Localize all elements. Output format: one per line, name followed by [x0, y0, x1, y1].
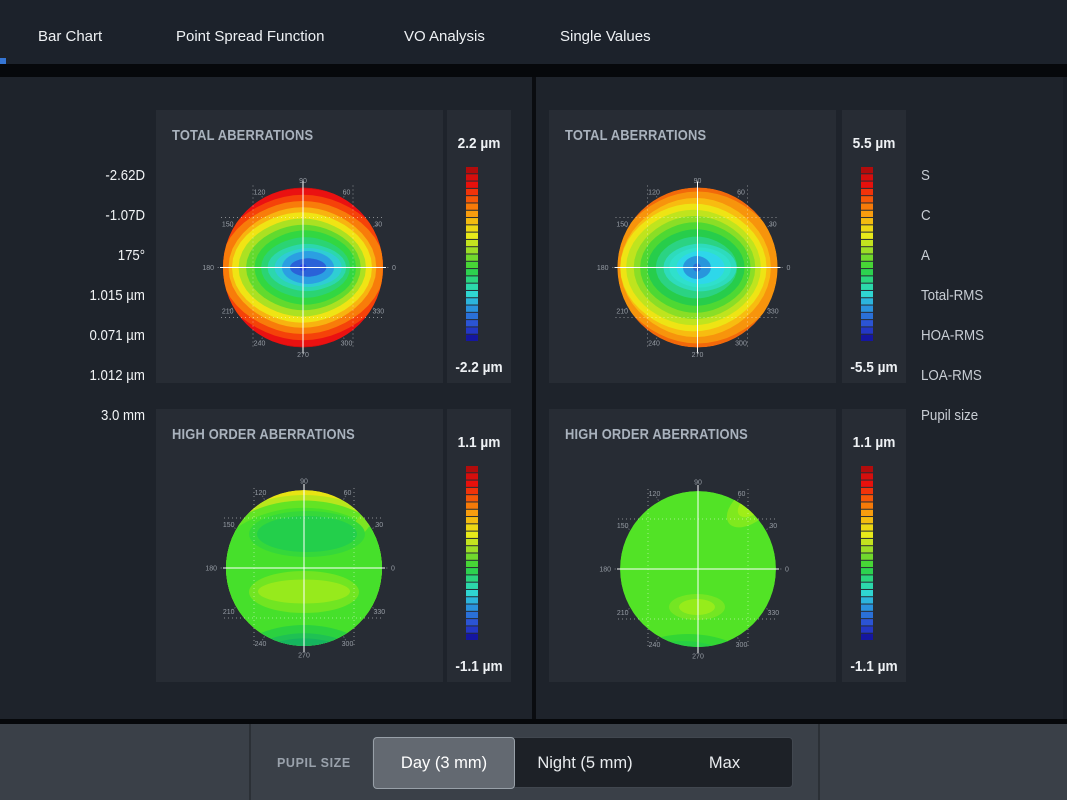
svg-text:90: 90	[694, 480, 702, 487]
svg-text:30: 30	[769, 222, 777, 229]
svg-text:30: 30	[374, 222, 382, 229]
svg-text:0: 0	[391, 566, 395, 573]
svg-text:180: 180	[599, 567, 611, 574]
svg-text:90: 90	[694, 178, 702, 185]
svg-text:180: 180	[205, 566, 217, 573]
svg-text:150: 150	[616, 222, 628, 229]
svg-text:270: 270	[297, 352, 309, 359]
svg-text:180: 180	[597, 265, 609, 272]
svg-text:240: 240	[255, 641, 267, 648]
svg-text:180: 180	[202, 265, 214, 272]
svg-text:210: 210	[222, 309, 234, 316]
svg-text:150: 150	[222, 222, 234, 229]
svg-text:90: 90	[300, 479, 308, 486]
svg-text:30: 30	[375, 522, 383, 529]
svg-text:330: 330	[767, 610, 779, 617]
svg-text:330: 330	[373, 609, 385, 616]
svg-text:240: 240	[648, 340, 660, 347]
svg-text:0: 0	[785, 567, 789, 574]
svg-text:300: 300	[341, 340, 353, 347]
svg-text:30: 30	[769, 523, 777, 530]
svg-text:300: 300	[735, 340, 747, 347]
svg-text:240: 240	[254, 340, 266, 347]
svg-text:60: 60	[344, 490, 352, 497]
svg-text:270: 270	[692, 352, 704, 359]
svg-text:210: 210	[223, 609, 235, 616]
svg-text:150: 150	[617, 523, 629, 530]
svg-text:90: 90	[299, 178, 307, 185]
svg-text:120: 120	[648, 190, 660, 197]
svg-text:330: 330	[767, 309, 779, 316]
svg-text:60: 60	[737, 190, 745, 197]
svg-text:120: 120	[254, 190, 266, 197]
svg-text:150: 150	[223, 522, 235, 529]
svg-text:210: 210	[616, 309, 628, 316]
svg-text:240: 240	[649, 642, 661, 649]
svg-text:120: 120	[649, 491, 661, 498]
svg-text:60: 60	[738, 491, 746, 498]
svg-text:300: 300	[736, 642, 748, 649]
svg-text:0: 0	[787, 265, 791, 272]
svg-text:330: 330	[372, 309, 384, 316]
svg-text:270: 270	[692, 654, 704, 661]
svg-text:60: 60	[343, 190, 351, 197]
svg-text:270: 270	[298, 653, 310, 660]
svg-text:0: 0	[392, 265, 396, 272]
svg-text:120: 120	[255, 490, 267, 497]
svg-text:210: 210	[617, 610, 629, 617]
svg-text:300: 300	[342, 641, 354, 648]
